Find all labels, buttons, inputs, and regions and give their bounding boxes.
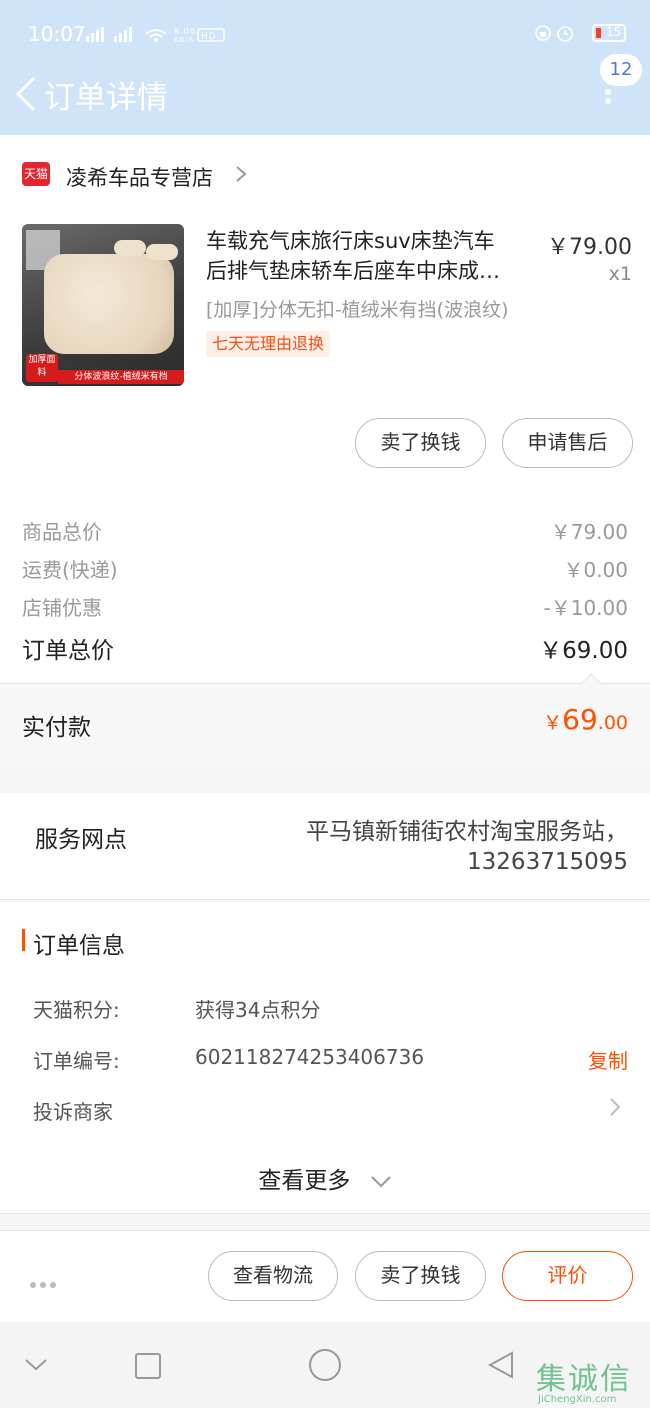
status-time: 10:07 — [28, 22, 86, 46]
chevron-right-icon[interactable] — [234, 164, 248, 184]
service-point-value: 平马镇新铺街农村淘宝服务站， 13263715095 — [306, 819, 628, 875]
header-area: 10:07 8.00 KB/S HD 15 订单详情 12 — [0, 0, 650, 135]
shop-discount-row: 店铺优惠 -￥10.00 — [22, 596, 628, 620]
order-info-card: 订单信息 天猫积分: 获得34点积分 订单编号: 602118274253406… — [0, 902, 650, 1214]
status-right: 15 — [535, 22, 626, 42]
sell-for-cash-button[interactable]: 卖了换钱 — [355, 418, 486, 468]
signal-wifi-icon: 8.00 KB/S HD — [86, 27, 225, 44]
chevron-down-icon[interactable] — [24, 1358, 48, 1372]
bottom-action-bar: 查看物流 卖了换钱 评价 — [0, 1230, 650, 1322]
review-button[interactable]: 评价 — [502, 1251, 633, 1301]
recents-square-icon[interactable] — [134, 1352, 162, 1380]
copy-order-number-button[interactable]: 复制 — [588, 1045, 628, 1074]
image-tag-style: 分体波浪纹-植绒米有档 — [58, 370, 184, 384]
product-quantity: x1 — [608, 263, 632, 285]
paid-label: 实付款 — [22, 715, 91, 741]
product-title[interactable]: 车载充气床旅行床suv床垫汽车 后排气垫床轿车后座车中床成… — [206, 226, 524, 286]
order-number-label: 订单编号: — [33, 1049, 120, 1073]
more-menu-icon[interactable] — [598, 86, 618, 116]
product-image[interactable]: 加厚面料 分体波浪纹-植绒米有档 — [22, 224, 184, 386]
shipping-row: 运费(快递) ￥0.00 — [22, 558, 628, 582]
product-sku: [加厚]分体无扣-植绒米有挡(波浪纹) — [206, 299, 509, 321]
back-arrow-icon[interactable] — [12, 74, 42, 114]
order-total-row: 订单总价 ￥69.00 — [22, 638, 628, 664]
paid-amount: ￥69.00 — [543, 703, 628, 736]
service-point-label: 服务网点 — [35, 827, 127, 853]
service-point-card: 服务网点 平马镇新铺街农村淘宝服务站， 13263715095 — [0, 793, 650, 900]
chevron-down-icon — [370, 1175, 391, 1187]
points-value: 获得34点积分 — [195, 998, 321, 1022]
seven-day-return-tag: 七天无理由退换 — [206, 331, 331, 357]
battery-icon: 15 — [592, 23, 626, 42]
page-title: 订单详情 — [44, 80, 168, 116]
home-circle-icon[interactable] — [308, 1348, 342, 1382]
image-tag-thick: 加厚面料 — [26, 354, 58, 382]
more-actions-icon[interactable] — [30, 1273, 60, 1292]
message-count-badge[interactable]: 12 — [600, 54, 642, 86]
pointer-arrow-icon — [580, 673, 602, 685]
see-more-button[interactable]: 查看更多 — [0, 1161, 650, 1195]
watermark-url: JiChengXin.com — [538, 1394, 617, 1405]
chevron-right-icon[interactable] — [608, 1096, 622, 1118]
order-item-card: 天猫 凌希车品专营店 加厚面料 分体波浪纹-植绒米有档 车载充气床旅行床suv床… — [0, 135, 650, 770]
complaint-merchant-link[interactable]: 投诉商家 — [33, 1096, 113, 1125]
view-logistics-button[interactable]: 查看物流 — [208, 1251, 338, 1301]
goods-total-row: 商品总价 ￥79.00 — [22, 520, 628, 544]
section-accent-bar — [22, 929, 25, 951]
order-number-value: 602118274253406736 — [195, 1045, 425, 1069]
shop-name-link[interactable]: 凌希车品专营店 — [66, 162, 213, 192]
tmall-logo: 天猫 — [22, 162, 50, 186]
back-triangle-icon[interactable] — [486, 1350, 516, 1380]
lock-alarm-icon — [535, 24, 573, 42]
sell-for-cash-button[interactable]: 卖了换钱 — [355, 1251, 486, 1301]
order-info-title: 订单信息 — [33, 933, 125, 959]
watermark-logo: 集诚信 — [536, 1362, 632, 1397]
product-price: ￥79.00 — [547, 235, 632, 260]
after-sale-button[interactable]: 申请售后 — [502, 418, 633, 468]
svg-text:KB/S: KB/S — [174, 36, 194, 42]
signal-icons: 8.00 KB/S HD — [86, 26, 226, 46]
svg-text:8.00: 8.00 — [174, 27, 196, 36]
svg-text:HD: HD — [201, 32, 217, 42]
points-label: 天猫积分: — [33, 998, 120, 1022]
status-bar: 10:07 8.00 KB/S HD 15 — [0, 0, 650, 64]
